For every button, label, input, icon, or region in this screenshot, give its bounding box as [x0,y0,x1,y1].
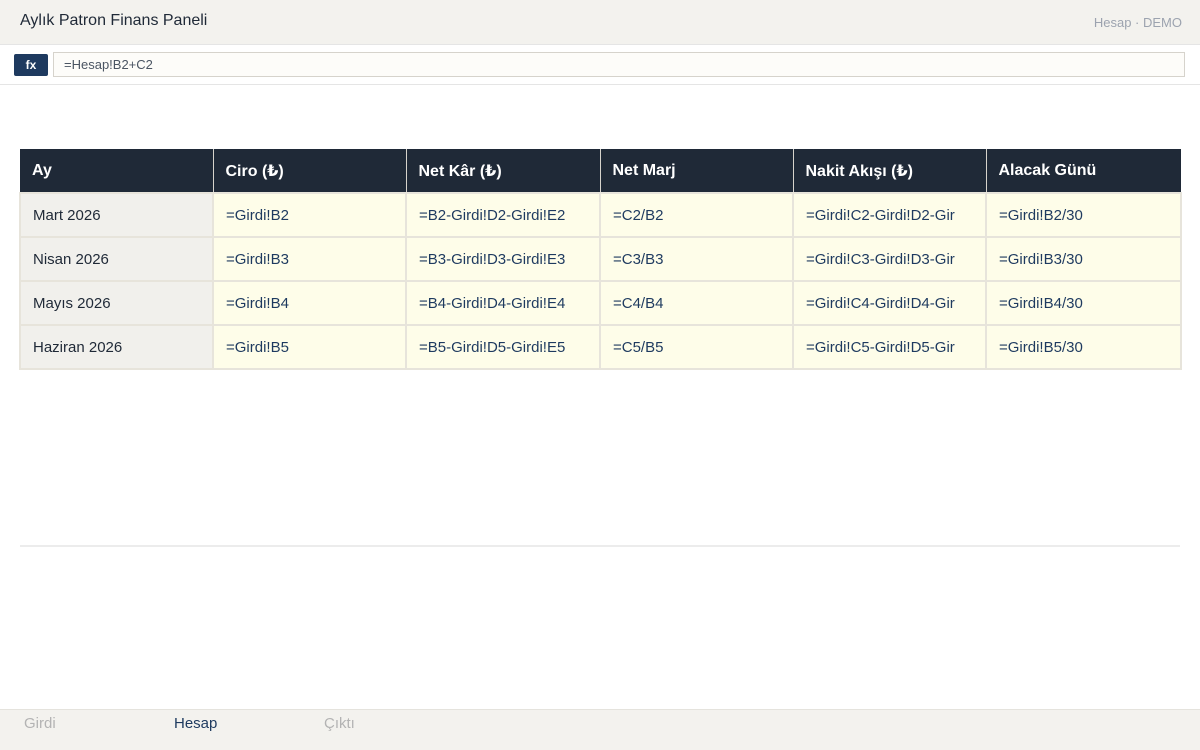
divider [20,545,1180,547]
cell-net-margin[interactable]: =C4/B4 [599,280,794,326]
tab-hesap[interactable]: Hesap [174,715,217,732]
cell-receivable-days[interactable]: =Girdi!B3/30 [985,236,1182,282]
tab-girdi[interactable]: Girdi [24,715,56,732]
cell-revenue[interactable]: =Girdi!B5 [212,324,407,370]
finance-table: Ay Ciro (₺) Net Kâr (₺) Net Marj Nakit A… [19,149,1182,370]
cell-cash-flow[interactable]: =Girdi!C3-Girdi!D3-Gir [792,236,987,282]
column-header-net-profit[interactable]: Net Kâr (₺) [406,149,601,193]
app-title: Aylık Patron Finans Paneli [20,12,208,29]
column-header-net-margin[interactable]: Net Marj [600,149,794,193]
table-row: Haziran 2026 =Girdi!B5 =B5-Girdi!D5-Gird… [19,324,1182,370]
title-bar: Aylık Patron Finans Paneli Hesap · DEMO [0,0,1200,44]
table-row: Nisan 2026 =Girdi!B3 =B3-Girdi!D3-Girdi!… [19,236,1182,282]
cell-net-margin[interactable]: =C5/B5 [599,324,794,370]
tab-cikti[interactable]: Çıktı [324,715,355,732]
cell-net-profit[interactable]: =B4-Girdi!D4-Girdi!E4 [405,280,601,326]
cell-month[interactable]: Haziran 2026 [19,324,214,370]
cell-cash-flow[interactable]: =Girdi!C5-Girdi!D5-Gir [792,324,987,370]
cell-cash-flow[interactable]: =Girdi!C4-Girdi!D4-Gir [792,280,987,326]
cell-net-profit[interactable]: =B2-Girdi!D2-Girdi!E2 [405,192,601,238]
table-row: Mayıs 2026 =Girdi!B4 =B4-Girdi!D4-Girdi!… [19,280,1182,326]
column-header-revenue[interactable]: Ciro (₺) [213,149,407,193]
formula-input[interactable] [53,52,1185,77]
cell-receivable-days[interactable]: =Girdi!B5/30 [985,324,1182,370]
header-row: Ay Ciro (₺) Net Kâr (₺) Net Marj Nakit A… [20,149,1181,193]
cell-revenue[interactable]: =Girdi!B3 [212,236,407,282]
formula-bar: fx [0,44,1200,85]
cell-net-margin[interactable]: =C3/B3 [599,236,794,282]
cell-month[interactable]: Mart 2026 [19,192,214,238]
table-row: Mart 2026 =Girdi!B2 =B2-Girdi!D2-Girdi!E… [19,192,1182,238]
column-header-month[interactable]: Ay [20,149,214,193]
fx-button[interactable]: fx [14,54,48,76]
cell-net-profit[interactable]: =B3-Girdi!D3-Girdi!E3 [405,236,601,282]
cell-cash-flow[interactable]: =Girdi!C2-Girdi!D2-Gir [792,192,987,238]
column-header-cash-flow[interactable]: Nakit Akışı (₺) [793,149,987,193]
sheet-status: Hesap · DEMO [1093,15,1182,30]
cell-net-profit[interactable]: =B5-Girdi!D5-Girdi!E5 [405,324,601,370]
cell-receivable-days[interactable]: =Girdi!B4/30 [985,280,1182,326]
cell-receivable-days[interactable]: =Girdi!B2/30 [985,192,1182,238]
column-header-receivable-days[interactable]: Alacak Günü [986,149,1181,193]
cell-revenue[interactable]: =Girdi!B4 [212,280,407,326]
sheet-tab-bar: Girdi Hesap Çıktı [0,709,1200,750]
cell-revenue[interactable]: =Girdi!B2 [212,192,407,238]
cell-month[interactable]: Nisan 2026 [19,236,214,282]
cell-month[interactable]: Mayıs 2026 [19,280,214,326]
cell-net-margin[interactable]: =C2/B2 [599,192,794,238]
